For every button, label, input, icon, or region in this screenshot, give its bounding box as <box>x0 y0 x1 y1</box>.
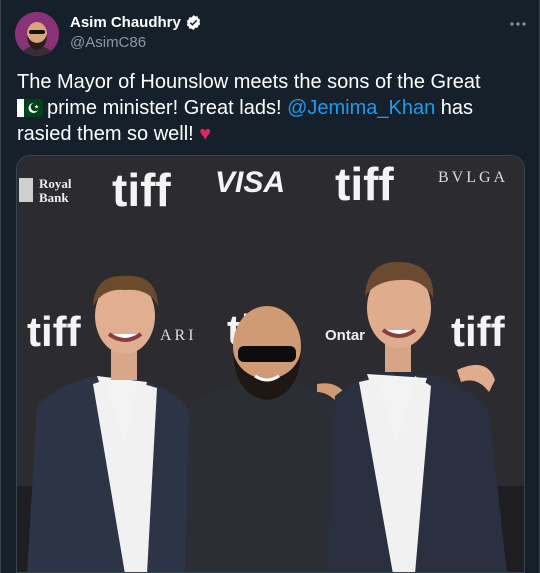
tiff-logo: tiff <box>112 164 171 216</box>
verified-badge-icon <box>186 15 201 30</box>
photo-scene: Royal Bank tiff VISA tiff BVLGA tiff ARI… <box>17 156 524 572</box>
tweet-card[interactable]: Asim Chaudhry @AsimC86 The Mayor of Houn… <box>0 0 540 573</box>
tiff-logo: tiff <box>451 308 506 355</box>
bvlgari-logo: BVLGA <box>438 169 508 186</box>
svg-text:ARI: ARI <box>160 327 197 344</box>
tweet-line-2-suffix: has <box>435 97 474 119</box>
tweet-text: The Mayor of Hounslow meets the sons of … <box>17 69 527 147</box>
rbc-logo <box>19 178 33 202</box>
avatar[interactable] <box>15 12 59 56</box>
mention-link[interactable]: @Jemima_Khan <box>287 97 435 119</box>
tiff-logo: tiff <box>27 308 82 355</box>
ontario-logo: Ontar <box>325 327 365 344</box>
pakistan-flag-icon <box>17 99 43 117</box>
tweet-line-1: The Mayor of Hounslow meets the sons of … <box>17 71 481 93</box>
tiff-logo: tiff <box>335 158 394 210</box>
author-name[interactable]: Asim Chaudhry <box>70 14 181 31</box>
svg-text:Bank: Bank <box>39 190 69 205</box>
visa-logo: VISA <box>215 166 285 199</box>
royal-bank-logo: Royal <box>39 176 72 191</box>
tweet-line-2-prefix: prime minister! Great lads! <box>47 97 288 119</box>
tweet-photo[interactable]: Royal Bank tiff VISA tiff BVLGA tiff ARI… <box>16 155 525 573</box>
tweet-line-3: rasied them so well! <box>17 123 200 145</box>
more-dots-icon[interactable] <box>508 14 528 34</box>
author-handle[interactable]: @AsimC86 <box>70 34 146 51</box>
heart-emoji: ♥ <box>199 123 212 145</box>
author-name-row[interactable]: Asim Chaudhry <box>70 14 202 31</box>
avatar-illustration <box>15 12 59 56</box>
